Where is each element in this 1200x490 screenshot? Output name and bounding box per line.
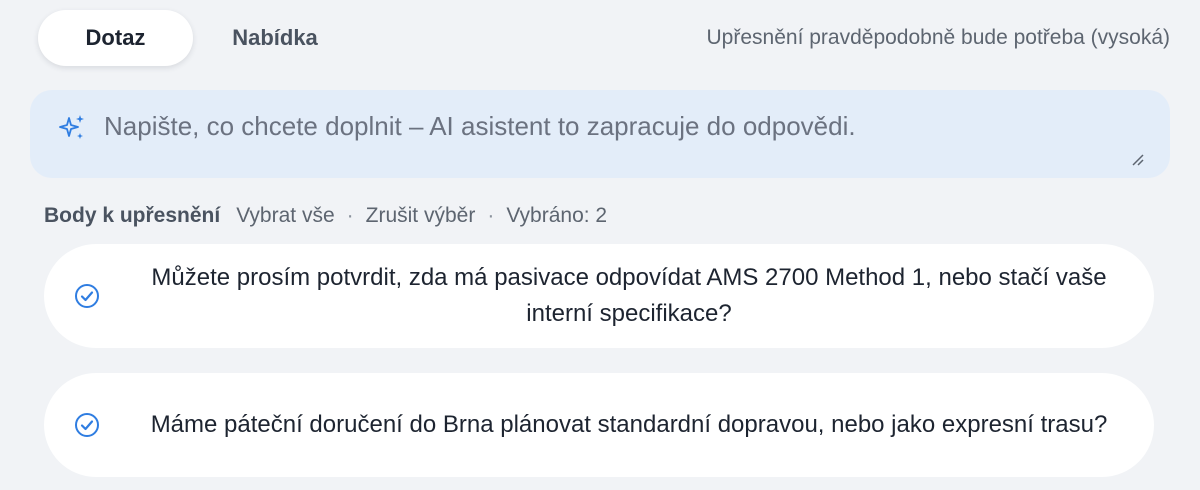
resize-handle-icon[interactable] [1130,152,1144,166]
item-text: Můžete prosím potvrdit, zda má pasivace … [124,244,1134,348]
status-text: Upřesnění pravděpodobně bude potřeba (vy… [706,26,1170,49]
separator: · [346,204,354,227]
check-circle-icon[interactable] [74,412,100,438]
clarification-item[interactable]: Můžete prosím potvrdit, zda má pasivace … [44,244,1154,348]
sparkle-icon [59,115,84,139]
selected-count: Vybráno: 2 [506,204,608,227]
prompt-input[interactable] [104,106,1134,146]
tab-dotaz[interactable]: Dotaz [38,10,193,66]
section-title: Body k upřesnění [44,204,221,227]
deselect-link[interactable]: Zrušit výběr [366,204,476,228]
select-all-link[interactable]: Vybrat vše [236,204,334,228]
clarification-item[interactable]: Máme páteční doručení do Brna plánovat s… [44,373,1154,477]
item-text-label: Máme páteční doručení do Brna plánovat s… [150,411,1108,438]
separator: · [487,204,495,227]
header: Dotaz Nabídka Upřesnění pravděpodobně bu… [0,0,1200,80]
clarification-panel: Dotaz Nabídka Upřesnění pravděpodobně bu… [0,0,1200,490]
check-circle-icon[interactable] [74,283,100,309]
tab-nabidka[interactable]: Nabídka [200,10,350,66]
item-text-label: Můžete prosím potvrdit, zda má pasivace … [151,264,1107,327]
clarification-toolbar: Body k upřesnění Vybrat vše · Zrušit výb… [44,198,607,234]
prompt-box [30,90,1170,178]
item-text: Máme páteční doručení do Brna plánovat s… [124,373,1134,477]
